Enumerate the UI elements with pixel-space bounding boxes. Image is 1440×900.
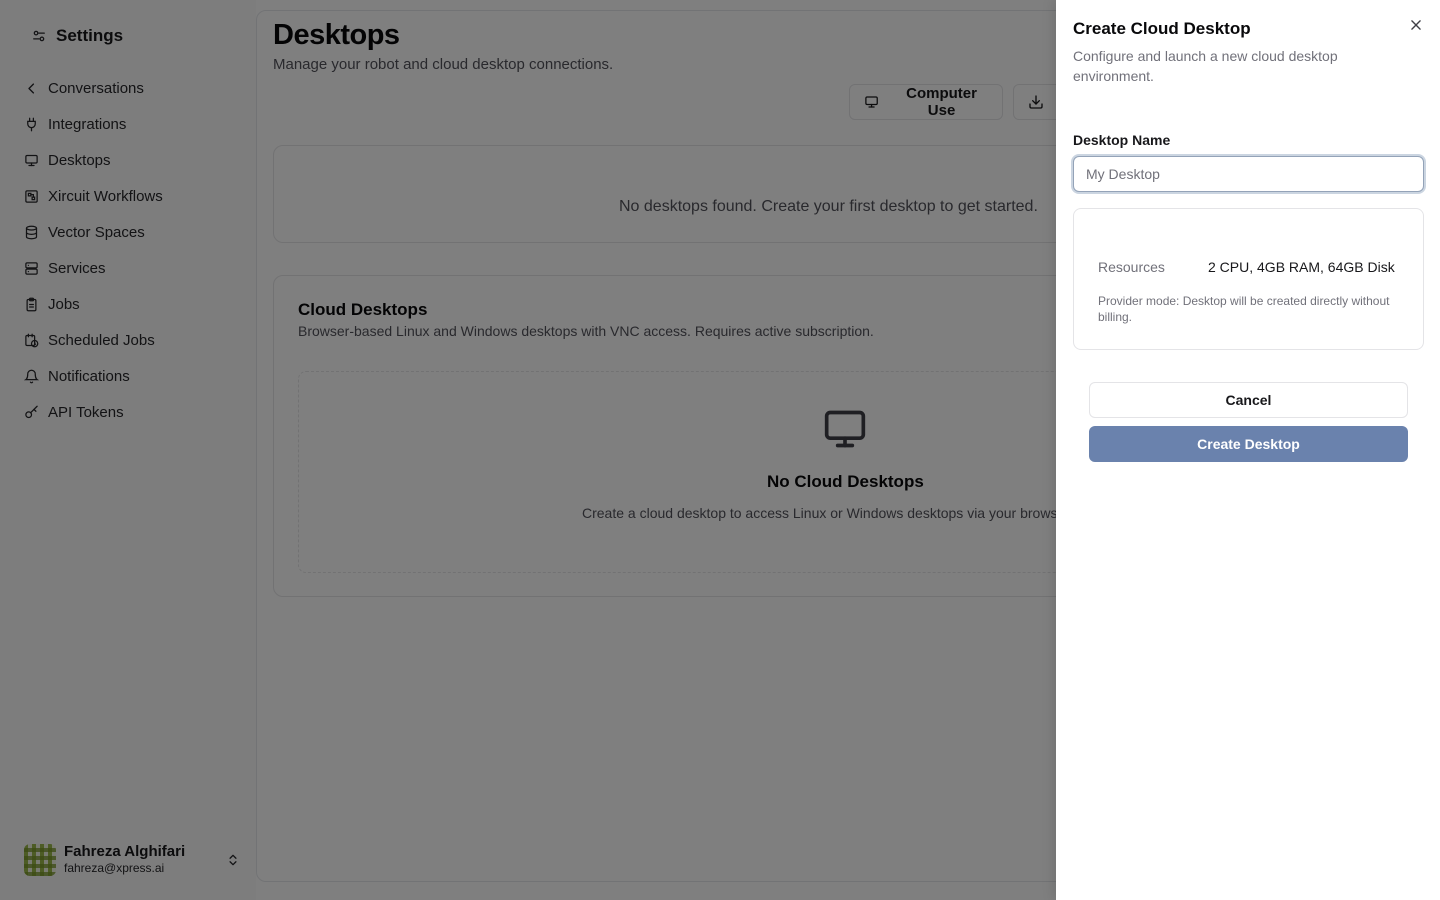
provider-mode-note: Provider mode: Desktop will be created d…	[1098, 294, 1390, 324]
desktop-name-label: Desktop Name	[1073, 132, 1171, 148]
sheet-title: Create Cloud Desktop	[1073, 19, 1251, 38]
resources-label: Resources	[1098, 259, 1165, 275]
close-button[interactable]	[1406, 15, 1426, 35]
close-icon	[1411, 20, 1421, 30]
create-cloud-desktop-sheet: Create Cloud Desktop Configure and launc…	[1056, 0, 1440, 900]
desktop-name-input[interactable]	[1073, 156, 1424, 192]
sheet-description: Configure and launch a new cloud desktop…	[1073, 48, 1338, 84]
resources-value: 2 CPU, 4GB RAM, 64GB Disk	[1208, 259, 1395, 275]
cancel-button[interactable]: Cancel	[1089, 382, 1408, 418]
create-desktop-button[interactable]: Create Desktop	[1089, 426, 1408, 462]
resources-card: Resources 2 CPU, 4GB RAM, 64GB Disk Prov…	[1073, 208, 1424, 350]
